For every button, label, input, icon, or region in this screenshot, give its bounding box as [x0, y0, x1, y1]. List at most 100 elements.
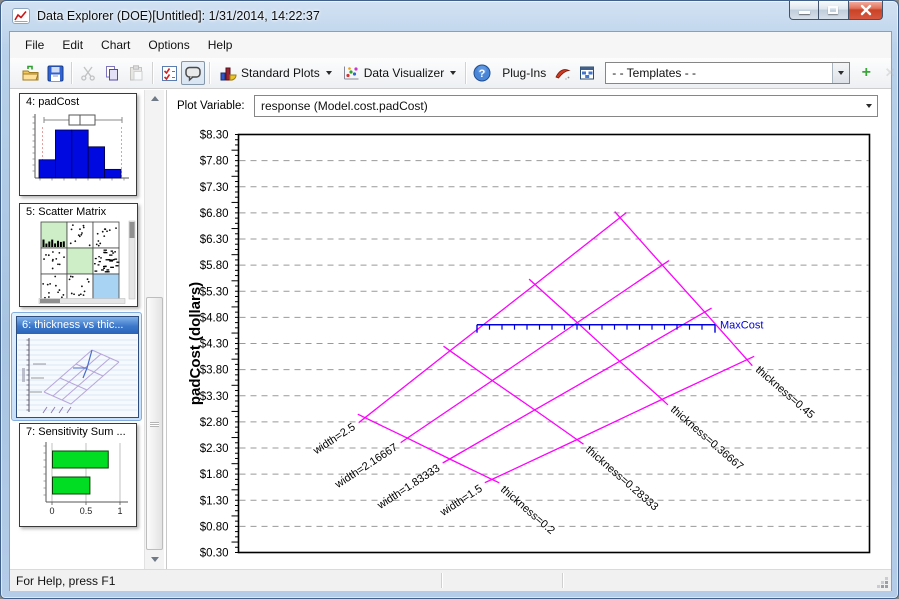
data-visualizer-icon [342, 65, 360, 81]
cut-button[interactable] [76, 61, 100, 85]
y-tick-label: $1.80 [200, 469, 229, 481]
toolbar-separator [209, 62, 210, 84]
resize-grip-icon[interactable] [875, 575, 889, 589]
close-icon [849, 1, 884, 20]
app-window: Data Explorer (DOE)[Untitled]: 1/31/2014… [0, 0, 899, 599]
plugin-flag-button[interactable] [551, 61, 575, 85]
delete-template-button[interactable]: ✕ [878, 61, 899, 85]
plugin-grid-button[interactable] [575, 61, 599, 85]
combo-dropdown-button[interactable] [860, 96, 877, 116]
y-axis-title: padCost (dollars) [187, 282, 204, 405]
menu-bar: File Edit Chart Options Help [10, 32, 891, 58]
paste-button[interactable] [124, 61, 148, 85]
chevron-down-icon [838, 71, 844, 75]
y-tick-label: $7.30 [200, 182, 229, 194]
checklist-button[interactable] [157, 61, 181, 85]
toolbar-separator [71, 62, 72, 84]
status-bar: For Help, press F1 [10, 569, 891, 591]
minimize-icon [799, 11, 810, 14]
scroll-thumb[interactable] [146, 297, 163, 550]
y-tick-label: $0.30 [200, 548, 229, 560]
grid-window-icon [579, 65, 595, 81]
copy-button[interactable] [100, 61, 124, 85]
menu-file[interactable]: File [16, 34, 53, 56]
plot-variable-combobox[interactable]: response (Model.cost.padCost) [254, 95, 878, 117]
templates-value: - - Templates - - [606, 66, 832, 80]
add-template-button[interactable]: + [854, 61, 878, 85]
comment-bubble-button[interactable] [181, 61, 205, 85]
carpet-plot-preview [17, 334, 138, 417]
window-title: Data Explorer (DOE)[Untitled]: 1/31/2014… [37, 9, 320, 23]
thumbnail-frame: 6: thickness vs thic... [16, 316, 139, 418]
carpet-width-label: width=1.83333 [375, 462, 443, 512]
plus-icon: + [862, 64, 871, 82]
thumbnail-scatter-matrix[interactable]: 5: Scatter Matrix [19, 203, 138, 307]
sidebar: 4: padCost 5: Scatter Matrix 6: thicknes… [10, 90, 167, 569]
y-tick-label: $4.30 [200, 339, 229, 351]
arrow-down-icon [151, 557, 159, 562]
standard-plots-label: Standard Plots [241, 66, 320, 80]
chevron-down-icon [450, 71, 456, 75]
thumbnail-title: 4: padCost [20, 94, 136, 108]
standard-plots-button[interactable]: Standard Plots [214, 62, 337, 84]
scissors-icon [80, 65, 96, 81]
help-button[interactable]: ? [470, 61, 494, 85]
menu-edit[interactable]: Edit [53, 34, 92, 56]
data-visualizer-button[interactable]: Data Visualizer [337, 62, 461, 84]
plugins-label: Plug-Ins [494, 63, 551, 83]
status-divider [562, 573, 563, 588]
y-tick-label: $1.30 [200, 495, 229, 507]
sidebar-scrollbar[interactable] [144, 90, 164, 569]
menu-options[interactable]: Options [139, 34, 198, 56]
close-button[interactable] [848, 1, 883, 20]
templates-combobox[interactable]: - - Templates - - [605, 62, 850, 84]
carpet-width-label: width=2.5 [311, 421, 358, 457]
menu-help[interactable]: Help [199, 34, 242, 56]
window-controls [789, 1, 883, 20]
scroll-up-button[interactable] [147, 91, 163, 106]
maxcost-label: MaxCost [720, 320, 763, 332]
thumbnail-title: 5: Scatter Matrix [20, 204, 137, 218]
open-file-button[interactable] [19, 61, 43, 85]
thumbnail-padcost[interactable]: 4: padCost [19, 93, 137, 196]
svg-text:0.5: 0.5 [80, 506, 93, 516]
combo-dropdown-button[interactable] [832, 63, 849, 83]
y-tick-label: $6.80 [200, 208, 229, 220]
y-tick-label: $4.80 [200, 312, 229, 324]
toolbar: Standard Plots Data Visualizer ? [10, 58, 891, 89]
carpet-width-label: width=2.16667 [332, 442, 400, 492]
carpet-line [615, 212, 753, 366]
svg-text:0: 0 [49, 506, 54, 516]
carpet-thickness-label: thickness=0.28333 [583, 444, 660, 513]
minimize-button[interactable] [789, 1, 819, 20]
menu-chart[interactable]: Chart [92, 34, 139, 56]
plot-variable-label: Plot Variable: [177, 100, 245, 112]
app-icon [12, 8, 30, 24]
scroll-down-button[interactable] [147, 552, 163, 567]
y-tick-label: $2.80 [200, 417, 229, 429]
thumbnail-thickness-selected[interactable]: 6: thickness vs thic... [11, 312, 142, 421]
y-tick-label: $7.80 [200, 156, 229, 168]
y-tick-label: $5.30 [200, 286, 229, 298]
x-icon: ✕ [885, 65, 896, 81]
paste-icon [128, 65, 144, 81]
carpet-plot-chart: $8.30$7.80$7.30$6.80$6.30$5.80$5.30$4.80… [171, 121, 881, 566]
maximize-icon [828, 6, 838, 14]
comment-bubble-icon [184, 65, 202, 82]
thumbnail-title: 6: thickness vs thic... [17, 317, 138, 334]
sensitivity-bars-preview: 00.51 [22, 438, 136, 524]
carpet-line [444, 346, 584, 444]
maximize-button[interactable] [819, 1, 848, 20]
status-divider [441, 573, 442, 588]
save-button[interactable] [43, 61, 67, 85]
thumbnail-sensitivity[interactable]: 7: Sensitivity Sum ... 00.51 [19, 423, 137, 527]
svg-text:?: ? [479, 68, 486, 80]
plot-variable-value: response (Model.cost.padCost) [255, 99, 860, 113]
bar-chart-icon [219, 65, 237, 81]
y-tick-label: $5.80 [200, 260, 229, 272]
padcost-histogram-preview [22, 109, 136, 194]
chevron-down-icon [866, 104, 872, 108]
toolbar-separator [152, 62, 153, 84]
copy-icon [104, 65, 120, 81]
y-tick-label: $3.30 [200, 391, 229, 403]
